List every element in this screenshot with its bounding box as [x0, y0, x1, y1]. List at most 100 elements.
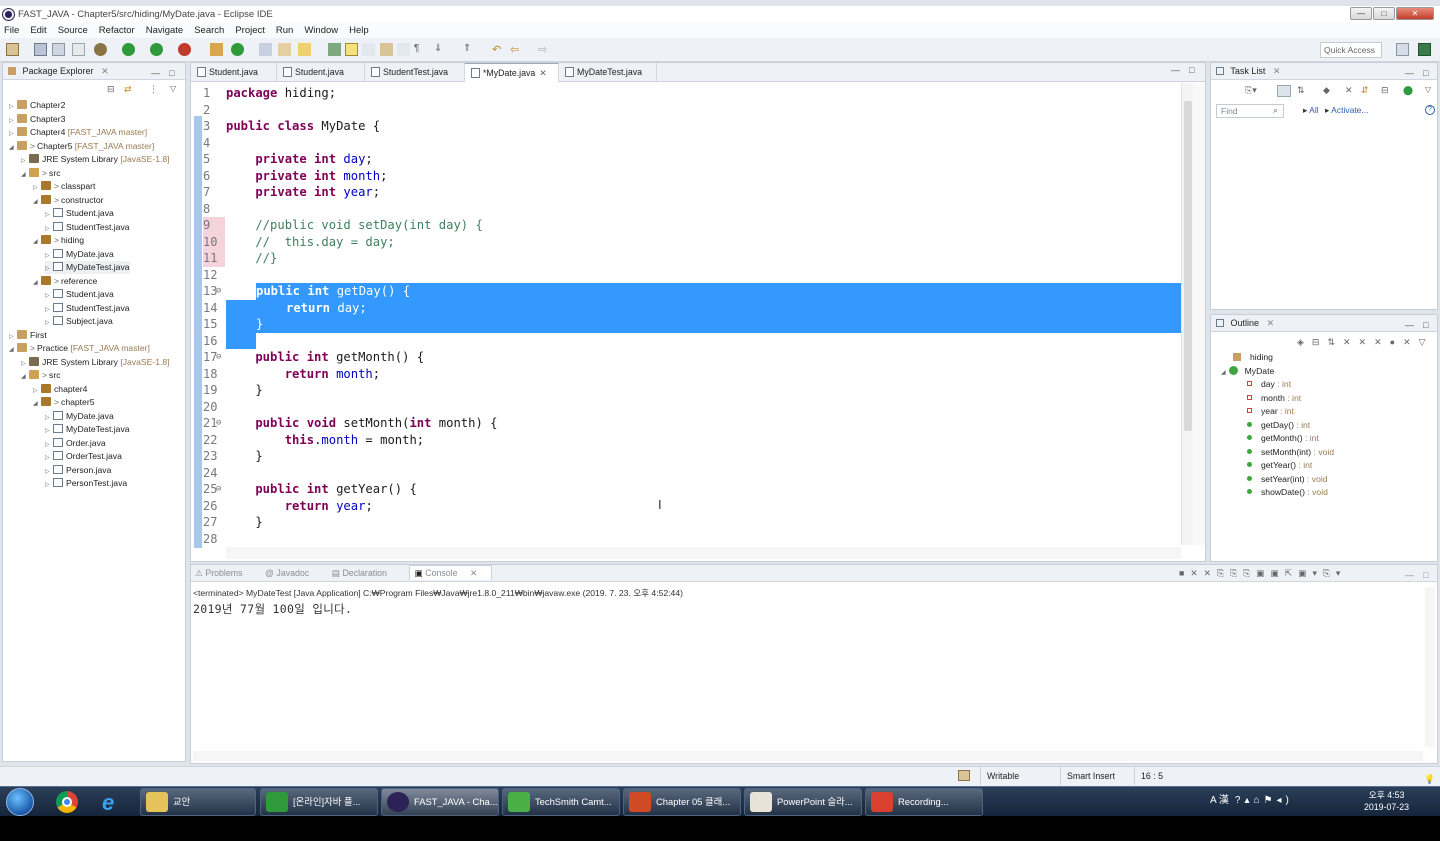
minimize-view-icon[interactable]: —: [1405, 65, 1414, 82]
last-edit-icon[interactable]: ↶: [492, 43, 505, 56]
forward-icon[interactable]: ⇨: [538, 43, 551, 56]
close-view-icon[interactable]: ✕: [1273, 66, 1281, 76]
outline-method[interactable]: getDay() : int: [1247, 419, 1310, 433]
all-link[interactable]: All: [1309, 105, 1318, 115]
tab-console[interactable]: ▣ Console ✕: [409, 565, 493, 580]
tree-item[interactable]: ▷ Student.java: [45, 207, 114, 220]
help-icon[interactable]: ?: [1425, 105, 1435, 115]
collapse-all-icon[interactable]: ⊟: [107, 84, 115, 95]
outline-field[interactable]: year : int: [1247, 405, 1294, 419]
menu-project[interactable]: Project: [235, 25, 265, 36]
menu-refactor[interactable]: Refactor: [99, 25, 135, 36]
run-icon[interactable]: [122, 43, 135, 56]
tree-item[interactable]: ◢ > Practice [FAST_JAVA master]: [9, 342, 150, 355]
menu-source[interactable]: Source: [58, 25, 88, 36]
tree-item[interactable]: ▷ First: [9, 329, 47, 342]
maximize-view-icon[interactable]: □: [1423, 65, 1428, 82]
tree-item[interactable]: ▷ > classpart: [33, 180, 95, 193]
tree-item[interactable]: ▷ MyDate.java: [45, 248, 114, 261]
new-task-icon[interactable]: ⎘▾: [1245, 85, 1257, 96]
tree-item[interactable]: ◢ > reference: [33, 275, 97, 288]
close-tab-icon[interactable]: ✕: [539, 68, 546, 78]
categorized-icon[interactable]: [1277, 85, 1291, 97]
filter-icon[interactable]: ◆: [1323, 85, 1330, 96]
tree-item[interactable]: ▷ Chapter2: [9, 99, 65, 112]
minimize-view-icon[interactable]: —: [1405, 567, 1414, 584]
tree-item[interactable]: ▷ JRE System Library [JavaSE-1.8]: [21, 356, 170, 369]
tree-item[interactable]: ▷ StudentTest.java: [45, 221, 130, 234]
tab-studenttest-java[interactable]: StudentTest.java: [365, 63, 465, 82]
tree-item[interactable]: ◢ > chapter5: [33, 396, 94, 409]
outline-method[interactable]: getYear() : int: [1247, 459, 1312, 473]
tree-item[interactable]: ▷ Student.java: [45, 288, 114, 301]
external-tools-icon[interactable]: [178, 43, 191, 56]
outline-method[interactable]: showDate() : void: [1247, 486, 1328, 500]
start-button[interactable]: [6, 788, 34, 816]
tab-problems[interactable]: ⚠ Problems: [195, 568, 253, 578]
menu-search[interactable]: Search: [194, 25, 224, 36]
collapse-all-icon[interactable]: ⊟: [1381, 85, 1389, 96]
taskbar-powerpoint-1[interactable]: Chapter 05 클래...: [623, 788, 741, 816]
taskbar-sheet[interactable]: [온라인]자바 플...: [260, 788, 378, 816]
annotation-icon[interactable]: [328, 43, 341, 56]
outline-field[interactable]: month : int: [1247, 392, 1301, 406]
tree-item[interactable]: ▷ Chapter3: [9, 113, 65, 126]
maximize-view-icon[interactable]: □: [1423, 317, 1428, 334]
taskbar-eclipse[interactable]: FAST_JAVA - Cha...: [381, 788, 499, 816]
tree-item[interactable]: ◢ > constructor: [33, 194, 104, 207]
debug-icon[interactable]: [94, 43, 107, 56]
console-horizontal-scrollbar[interactable]: [193, 751, 1423, 761]
save-all-icon[interactable]: [52, 43, 65, 56]
tab-mydatetest-java[interactable]: MyDateTest.java: [559, 63, 657, 82]
tree-item[interactable]: ▷ chapter4: [33, 383, 87, 396]
tab-declaration[interactable]: ▤ Declaration: [332, 568, 397, 578]
taskbar-camtasia[interactable]: TechSmith Camt...: [502, 788, 620, 816]
pilcrow-icon[interactable]: ¶: [414, 43, 427, 56]
minimize-editor-icon[interactable]: —: [1171, 65, 1180, 75]
tree-item[interactable]: ◢ > hiding: [33, 234, 84, 247]
focus-icon[interactable]: ⬤: [1403, 85, 1413, 96]
console-output[interactable]: 2019년 77월 100일 입니다.: [193, 601, 352, 617]
input-method-indicator[interactable]: A 漢: [1210, 795, 1229, 806]
menu-file[interactable]: File: [4, 25, 19, 36]
internet-explorer-icon[interactable]: e: [96, 789, 130, 815]
whitespace-icon[interactable]: [397, 43, 410, 56]
tab-student-java-2[interactable]: Student.java: [277, 63, 365, 82]
console-vertical-scrollbar[interactable]: [1425, 587, 1435, 747]
menu-navigate[interactable]: Navigate: [146, 25, 184, 36]
menu-run[interactable]: Run: [276, 25, 293, 36]
maximize-view-icon[interactable]: □: [169, 65, 174, 82]
tree-item[interactable]: ◢ > Chapter5 [FAST_JAVA master]: [9, 140, 154, 153]
search-icon[interactable]: [298, 43, 311, 56]
prev-annotation-icon[interactable]: ⇑: [463, 43, 476, 56]
menu-edit[interactable]: Edit: [30, 25, 46, 36]
outline-field[interactable]: day : int: [1247, 378, 1291, 392]
scheduled-icon[interactable]: ⇅: [1297, 85, 1305, 96]
tree-item[interactable]: ▷ JRE System Library [JavaSE-1.8]: [21, 153, 170, 166]
save-icon[interactable]: [34, 43, 47, 56]
next-annotation-icon[interactable]: ⇓: [434, 43, 447, 56]
coverage-icon[interactable]: [150, 43, 163, 56]
tree-item[interactable]: ▷ Chapter4 [FAST_JAVA master]: [9, 126, 147, 139]
console-toolbar-icons[interactable]: ■✕✕⎘⎘⎘▣▣⇱▣▾⎘▾: [1179, 565, 1346, 582]
tab-mydate-java[interactable]: *MyDate.java ✕: [465, 63, 559, 82]
back-icon[interactable]: ⇦: [510, 43, 523, 56]
overview-ruler[interactable]: [1193, 83, 1205, 545]
tree-item[interactable]: ▷ Order.java: [45, 437, 106, 450]
tab-student-java-1[interactable]: Student.java: [191, 63, 277, 82]
tree-item[interactable]: ▷ Person.java: [45, 464, 111, 477]
tree-item[interactable]: ▷ StudentTest.java: [45, 302, 130, 315]
activate-link[interactable]: Activate...: [1331, 105, 1368, 115]
view-menu-icon[interactable]: ▽: [170, 84, 176, 93]
maximize-view-icon[interactable]: □: [1423, 567, 1428, 584]
tree-item[interactable]: ▷ MyDateTest.java: [45, 423, 130, 436]
chrome-icon[interactable]: [50, 789, 84, 815]
menu-help[interactable]: Help: [349, 25, 369, 36]
quick-access-input[interactable]: Quick Access: [1320, 42, 1382, 58]
menu-window[interactable]: Window: [304, 25, 338, 36]
open-task-icon[interactable]: [278, 43, 291, 56]
minimize-view-icon[interactable]: —: [1405, 317, 1414, 334]
system-tray[interactable]: A 漢 ?▴⌂⚑◂): [1210, 791, 1293, 806]
outline-method[interactable]: setMonth(int) : void: [1247, 446, 1334, 460]
synchronize-icon[interactable]: ⇵: [1361, 85, 1369, 96]
